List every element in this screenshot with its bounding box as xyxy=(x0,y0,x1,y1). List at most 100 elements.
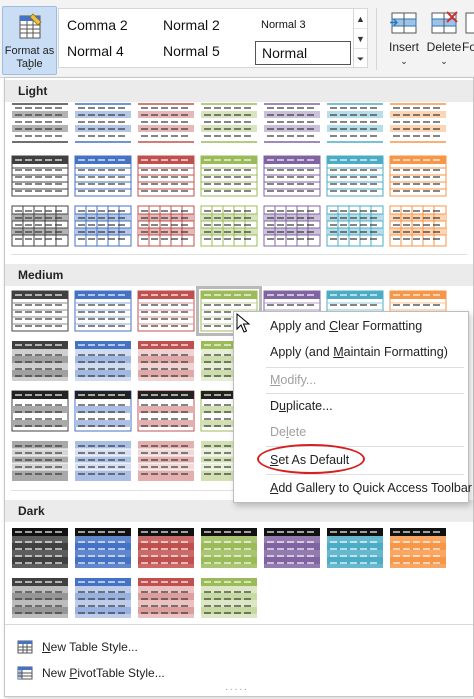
table-style-preview xyxy=(201,103,257,143)
delete-button[interactable]: Delete ⌄ xyxy=(424,6,464,74)
table-style-preview xyxy=(138,341,194,381)
table-style-light-9[interactable] xyxy=(74,155,132,197)
new-table-style-link[interactable]: New Table Style... xyxy=(17,637,138,657)
menu-item-duplicate[interactable]: Duplicate... xyxy=(270,399,333,413)
menu-item-delete[interactable]: Delete xyxy=(270,425,306,439)
table-style-light-8[interactable] xyxy=(11,155,69,197)
section-medium-header: Medium xyxy=(5,264,473,286)
format-as-table-label-1: Format as xyxy=(4,45,55,57)
format-button[interactable]: Fo xyxy=(462,6,474,74)
gallery-more-icon[interactable]: ⏷ xyxy=(354,49,367,69)
scroll-down-icon[interactable]: ▼ xyxy=(354,29,367,49)
cell-style-comma-2[interactable]: Comma 2 xyxy=(67,17,128,33)
table-style-light-21[interactable] xyxy=(389,205,447,247)
table-style-light-15[interactable] xyxy=(11,205,69,247)
table-style-dark-8[interactable] xyxy=(11,577,69,619)
table-style-light-20[interactable] xyxy=(326,205,384,247)
table-style-light-12[interactable] xyxy=(263,155,321,197)
chevron-down-icon: ⌄ xyxy=(25,62,34,72)
table-style-preview xyxy=(138,103,194,143)
table-style-preview xyxy=(263,155,321,197)
format-label: Fo xyxy=(462,40,474,54)
table-style-medium-15[interactable] xyxy=(11,390,69,432)
table-style-preview xyxy=(137,205,195,247)
table-style-light-14[interactable] xyxy=(389,155,447,197)
table-style-medium-16[interactable] xyxy=(74,390,132,432)
table-style-preview xyxy=(390,103,446,143)
section-dark-header: Dark xyxy=(5,500,473,522)
table-style-medium-24[interactable] xyxy=(137,440,195,482)
table-style-dark-9[interactable] xyxy=(74,577,132,619)
table-style-dark-4[interactable] xyxy=(200,527,258,569)
table-style-medium-9[interactable] xyxy=(74,340,132,382)
table-style-light-13[interactable] xyxy=(326,155,384,197)
insert-button[interactable]: Insert ⌄ xyxy=(384,6,424,74)
chevron-down-icon: ⌄ xyxy=(400,56,408,66)
table-style-dark-1[interactable] xyxy=(11,527,69,569)
table-style-dark-3[interactable] xyxy=(137,527,195,569)
table-style-dark-7[interactable] xyxy=(389,527,447,569)
table-style-preview xyxy=(138,528,194,568)
table-style-preview xyxy=(74,390,132,432)
table-style-medium-3[interactable] xyxy=(137,290,195,332)
table-style-light-10[interactable] xyxy=(137,155,195,197)
table-style-light-4[interactable] xyxy=(200,102,258,144)
table-style-preview xyxy=(11,205,69,247)
cell-style-normal-5[interactable]: Normal 5 xyxy=(163,43,220,59)
table-style-light-17[interactable] xyxy=(137,205,195,247)
table-style-preview xyxy=(75,578,131,618)
menu-item-modify[interactable]: Modify... xyxy=(270,373,316,387)
footer-divider xyxy=(5,624,473,625)
cell-styles-scrollbar[interactable]: ▲ ▼ ⏷ xyxy=(354,8,368,68)
table-style-dark-5[interactable] xyxy=(263,527,321,569)
table-style-preview xyxy=(11,290,69,332)
cell-style-normal[interactable]: Normal xyxy=(255,41,351,65)
table-style-light-2[interactable] xyxy=(74,102,132,144)
table-style-preview xyxy=(326,205,384,247)
cell-styles-gallery[interactable]: Comma 2 Normal 2 Normal 3 Normal 4 Norma… xyxy=(58,8,354,68)
table-style-light-5[interactable] xyxy=(263,102,321,144)
cell-style-normal-2[interactable]: Normal 2 xyxy=(163,17,220,33)
table-style-light-1[interactable] xyxy=(11,102,69,144)
table-style-dark-10[interactable] xyxy=(137,577,195,619)
table-style-medium-1[interactable] xyxy=(11,290,69,332)
resize-grip-icon[interactable]: ..... xyxy=(225,682,249,693)
menu-item-set-as-default[interactable]: Set As Default xyxy=(270,453,349,467)
ribbon: Format as Table ⌄ Comma 2 Normal 2 Norma… xyxy=(0,0,474,78)
scroll-up-icon[interactable]: ▲ xyxy=(354,9,367,29)
insert-cells-icon xyxy=(390,12,417,34)
table-style-preview xyxy=(74,155,132,197)
table-style-light-11[interactable] xyxy=(200,155,258,197)
table-style-medium-10[interactable] xyxy=(137,340,195,382)
table-style-preview xyxy=(75,341,131,381)
table-style-light-3[interactable] xyxy=(137,102,195,144)
menu-item-add-gallery-to-qat[interactable]: Add Gallery to Quick Access Toolbar xyxy=(270,481,472,495)
table-style-medium-23[interactable] xyxy=(74,440,132,482)
menu-item-apply-maintain-formatting[interactable]: Apply (and Maintain Formatting) xyxy=(270,345,448,359)
table-style-medium-17[interactable] xyxy=(137,390,195,432)
table-style-dark-2[interactable] xyxy=(74,527,132,569)
table-style-dark-6[interactable] xyxy=(326,527,384,569)
table-style-dark-11[interactable] xyxy=(200,577,258,619)
table-style-preview xyxy=(74,290,132,332)
table-style-preview xyxy=(264,103,320,143)
new-table-style-label: New Table Style... xyxy=(42,640,138,654)
table-style-medium-22[interactable] xyxy=(11,440,69,482)
table-style-preview xyxy=(389,155,447,197)
menu-item-apply-clear-formatting[interactable]: Apply and Clear Formatting xyxy=(270,319,422,333)
table-style-light-7[interactable] xyxy=(389,102,447,144)
cell-style-normal-4[interactable]: Normal 4 xyxy=(67,43,124,59)
table-style-light-16[interactable] xyxy=(74,205,132,247)
table-style-preview xyxy=(389,205,447,247)
table-style-medium-2[interactable] xyxy=(74,290,132,332)
new-pivottable-style-link[interactable]: New PivotTable Style... xyxy=(17,663,165,683)
table-style-light-6[interactable] xyxy=(326,102,384,144)
table-style-preview xyxy=(201,578,257,618)
table-style-preview xyxy=(390,528,446,568)
table-style-medium-8[interactable] xyxy=(11,340,69,382)
cell-style-normal-3[interactable]: Normal 3 xyxy=(261,19,306,31)
table-style-light-18[interactable] xyxy=(200,205,258,247)
format-as-table-button[interactable]: Format as Table ⌄ xyxy=(2,6,57,75)
table-style-preview xyxy=(327,103,383,143)
table-style-light-19[interactable] xyxy=(263,205,321,247)
